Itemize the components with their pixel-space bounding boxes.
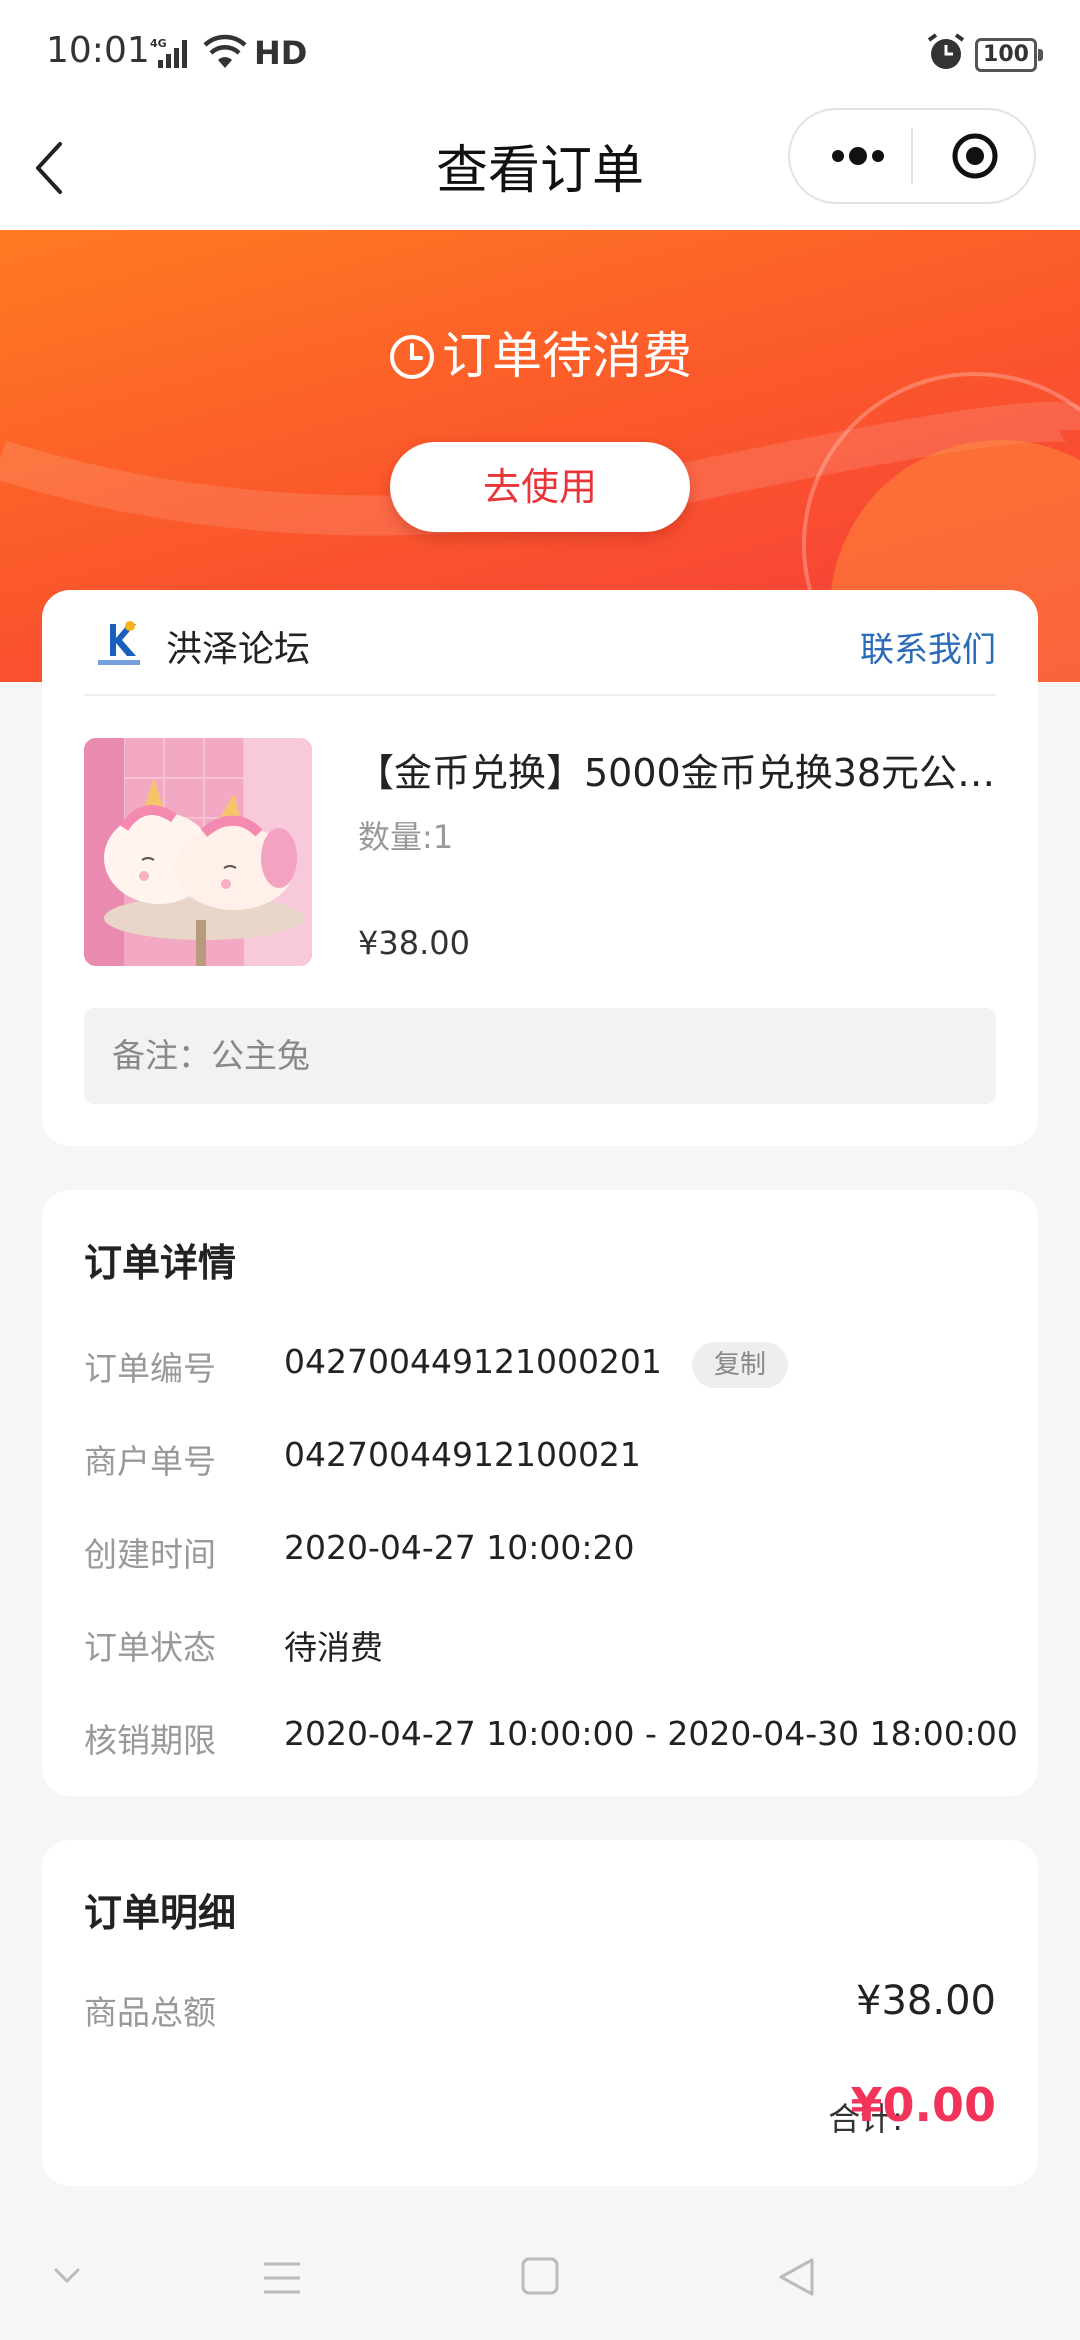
created-time: 2020-04-27 10:00:20 <box>284 1528 635 1567</box>
order-remark: 备注：公主兔 <box>84 1008 996 1104</box>
contact-us-link[interactable]: 联系我们 <box>860 622 996 671</box>
clock-icon <box>390 335 434 379</box>
system-nav-bar <box>0 2220 1080 2340</box>
hd-indicator: HD <box>254 34 308 72</box>
nav-bar: 查看订单 <box>0 108 1080 230</box>
product-image[interactable] <box>84 738 312 966</box>
order-number: 042700449121000201 <box>284 1342 662 1381</box>
miniapp-capsule <box>788 108 1036 204</box>
detail-label: 订单状态 <box>84 1628 216 1667</box>
order-summary-card: 订单明细 商品总额 ¥38.00 合计: ¥0.00 <box>42 1840 1038 2186</box>
status-time: 10:01 <box>46 30 150 71</box>
capsule-divider <box>911 128 913 184</box>
detail-row-status: 订单状态 待消费 <box>84 1613 996 1673</box>
total-amount: ¥0.00 <box>850 2078 996 2132</box>
detail-label: 核销期限 <box>84 1721 216 1760</box>
shop-name: 洪泽论坛 <box>166 629 311 670</box>
detail-label: 订单编号 <box>84 1349 216 1388</box>
wifi-icon <box>203 34 247 68</box>
product-price: ¥38.00 <box>358 924 470 962</box>
status-bar: 10:01 4G HD 100 <box>0 0 1080 108</box>
detail-row-created: 创建时间 2020-04-27 10:00:20 <box>84 1520 996 1580</box>
copy-button[interactable]: 复制 <box>692 1342 788 1388</box>
product-quantity: 数量:1 <box>358 818 454 856</box>
close-miniapp-icon[interactable] <box>950 131 1000 181</box>
goods-total-amount: ¥38.00 <box>856 1978 996 2024</box>
product-title[interactable]: 【金币兑换】5000金币兑换38元公主兔 <box>356 742 996 797</box>
chevron-down-icon[interactable] <box>52 2264 82 2288</box>
order-status: 订单待消费 <box>0 316 1080 388</box>
shop-logo <box>98 621 140 665</box>
more-icon[interactable] <box>816 132 900 180</box>
back-nav-icon[interactable] <box>776 2256 816 2298</box>
signal-icon: 4G <box>150 37 187 68</box>
order-item-card: 洪泽论坛 联系我们 【金币兑换】5000金币兑换38元公主兔 数量:1 ¥38.… <box>42 590 1038 1146</box>
svg-text:4G: 4G <box>150 37 167 50</box>
divider <box>84 694 996 696</box>
detail-label: 创建时间 <box>84 1535 216 1574</box>
goods-total-label: 商品总额 <box>84 1993 216 2032</box>
section-title: 订单详情 <box>84 1241 237 1285</box>
order-status-value: 待消费 <box>284 1628 383 1667</box>
valid-period: 2020-04-27 10:00:00 - 2020-04-30 18:00:0… <box>284 1714 1018 1753</box>
order-detail-card: 订单详情 订单编号 042700449121000201 复制 商户单号 042… <box>42 1190 1038 1796</box>
menu-icon[interactable] <box>262 2260 302 2296</box>
detail-row-order-no: 订单编号 042700449121000201 复制 <box>84 1334 996 1394</box>
detail-row-merchant-no: 商户单号 04270044912100021 <box>84 1427 996 1487</box>
detail-label: 商户单号 <box>84 1442 216 1481</box>
home-icon[interactable] <box>520 2256 560 2296</box>
section-title: 订单明细 <box>84 1891 237 1935</box>
alarm-icon <box>927 33 965 69</box>
merchant-number: 04270044912100021 <box>284 1435 641 1474</box>
use-button[interactable]: 去使用 <box>390 442 690 532</box>
battery-indicator: 100 <box>975 38 1043 72</box>
order-status-text: 订单待消费 <box>442 327 692 385</box>
detail-row-valid-period: 核销期限 2020-04-27 10:00:00 - 2020-04-30 18… <box>84 1706 1018 1766</box>
